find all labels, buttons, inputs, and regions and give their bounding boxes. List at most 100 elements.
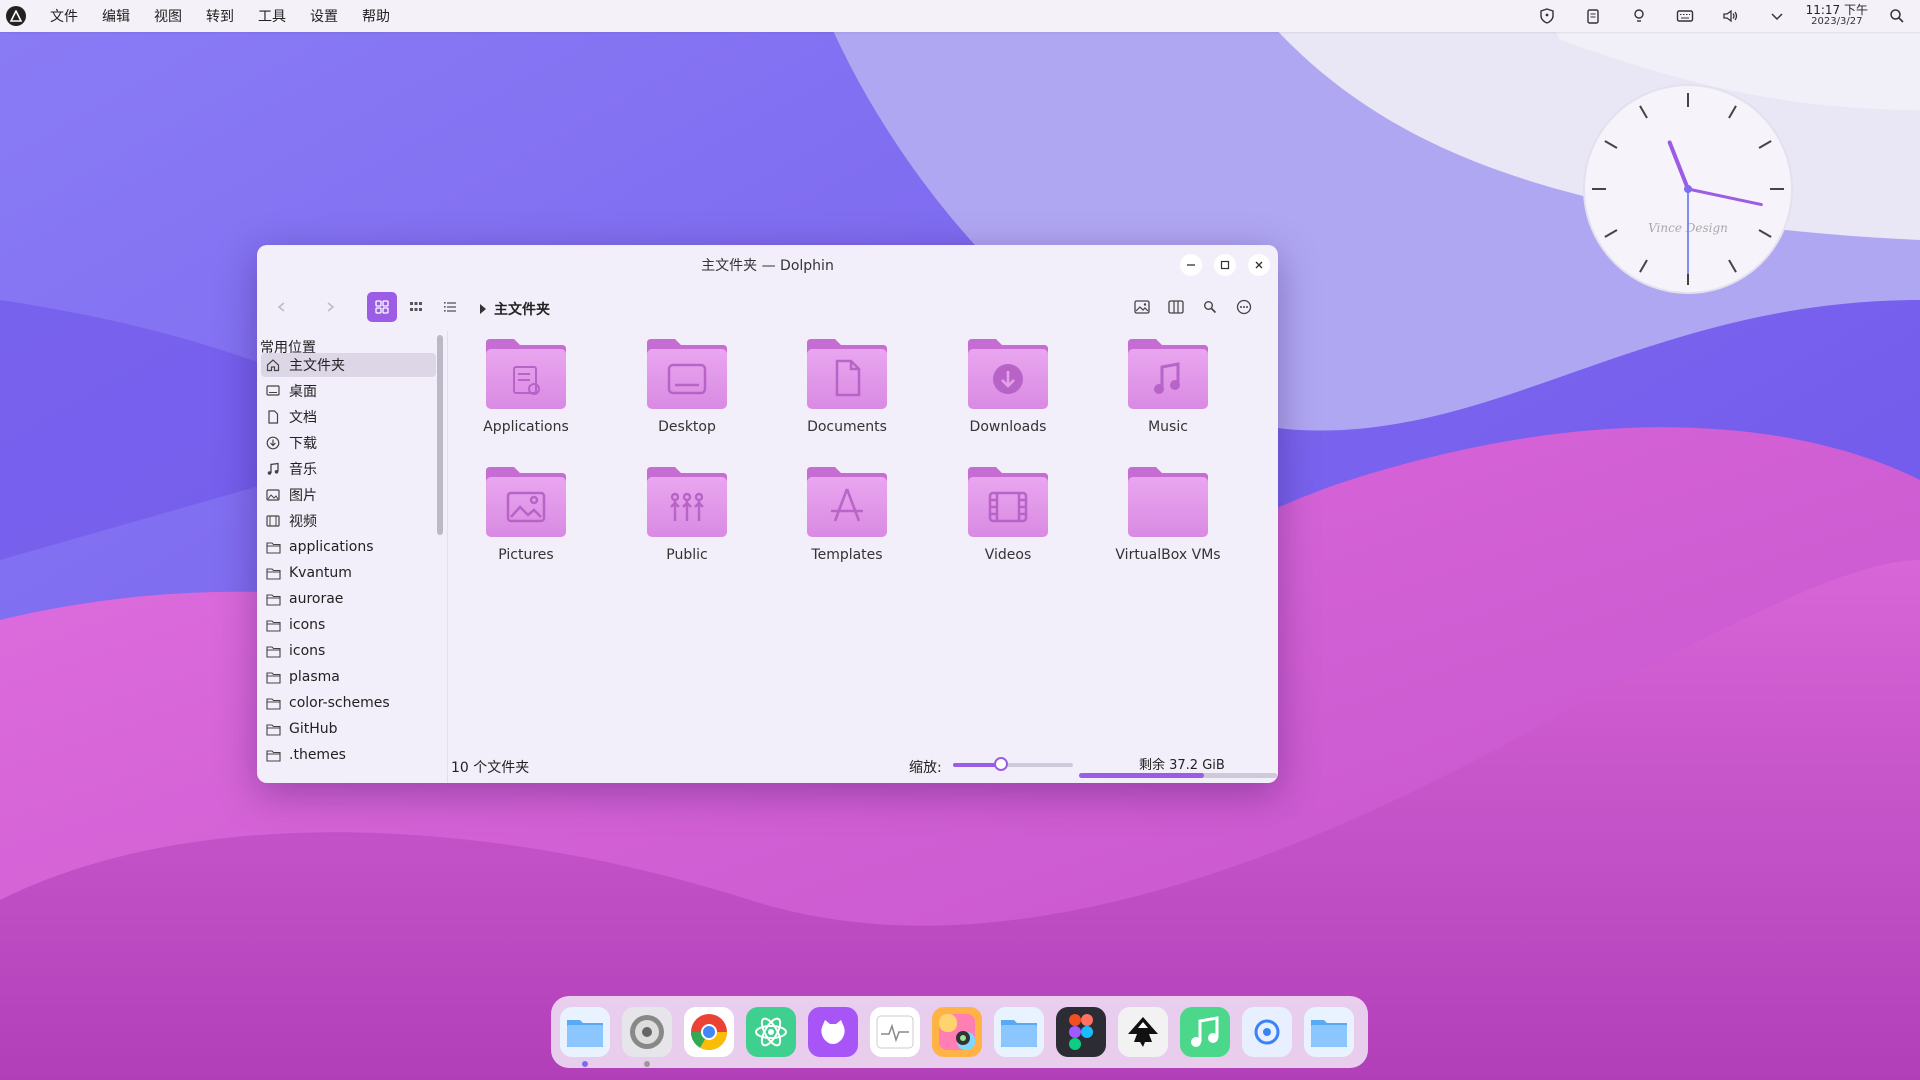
sidebar-item[interactable]: 文档: [261, 405, 436, 429]
video-icon: [265, 513, 281, 529]
search-icon[interactable]: [1886, 5, 1908, 27]
folder-item[interactable]: VirtualBox VMs: [1103, 465, 1233, 585]
icons-view-button[interactable]: [367, 292, 397, 322]
close-button[interactable]: [1248, 254, 1270, 276]
sidebar-item[interactable]: plasma: [261, 665, 436, 689]
folder-icon: [1128, 339, 1208, 409]
breadcrumb-arrow-icon: [480, 304, 486, 314]
free-space-label: 剩余 37.2 GiB: [1139, 758, 1225, 773]
folder-app[interactable]: [994, 1007, 1044, 1057]
keyboard-icon[interactable]: [1674, 5, 1696, 27]
folder-label: Desktop: [658, 419, 716, 435]
document-icon: [265, 409, 281, 425]
sidebar-scrollbar[interactable]: [436, 331, 444, 765]
sidebar-item[interactable]: 音乐: [261, 457, 436, 481]
photo-booth-app[interactable]: [932, 1007, 982, 1057]
clipboard-icon[interactable]: [1582, 5, 1604, 27]
folder-item[interactable]: Videos: [943, 465, 1073, 585]
folder-icon: [807, 339, 887, 409]
free-space-bar: [1079, 773, 1277, 778]
app-launcher-icon[interactable]: [6, 6, 26, 26]
zoom-label: 缩放:: [909, 760, 942, 776]
window-titlebar[interactable]: 主文件夹 — Dolphin: [257, 245, 1278, 285]
sidebar-item[interactable]: 主文件夹: [261, 353, 436, 377]
folder-label: Templates: [811, 547, 883, 563]
sidebar-item-label: Kvantum: [289, 565, 352, 581]
sidebar-scrollbar-thumb[interactable]: [437, 335, 443, 535]
image-icon: [265, 487, 281, 503]
sidebar-item[interactable]: applications: [261, 535, 436, 559]
tray-clock[interactable]: 11:17 下午 2023/3/27: [1806, 4, 1868, 27]
sidebar-item[interactable]: 图片: [261, 483, 436, 507]
menu-file[interactable]: 文件: [50, 6, 78, 26]
github-app[interactable]: [808, 1007, 858, 1057]
sidebar-item[interactable]: icons: [261, 639, 436, 663]
sidebar-item[interactable]: 桌面: [261, 379, 436, 403]
folder-item[interactable]: Templates: [782, 465, 912, 585]
zoom-slider[interactable]: [953, 757, 1073, 771]
menu-view[interactable]: 视图: [154, 6, 182, 26]
folder-label: VirtualBox VMs: [1115, 547, 1221, 563]
window-toolbar: 主文件夹: [257, 285, 1278, 329]
folder-item[interactable]: Documents: [782, 337, 912, 457]
sidebar-item[interactable]: aurorae: [261, 587, 436, 611]
menu-go[interactable]: 转到: [206, 6, 234, 26]
folder-icon: [265, 747, 281, 763]
folder-icon: [968, 467, 1048, 537]
chevron-down-icon[interactable]: [1766, 5, 1788, 27]
menu-tools[interactable]: 工具: [258, 6, 286, 26]
menu-help[interactable]: 帮助: [362, 6, 390, 26]
chrome-app[interactable]: [684, 1007, 734, 1057]
sidebar-item[interactable]: 视频: [261, 509, 436, 533]
sidebar-divider: [447, 331, 448, 783]
search-icon[interactable]: [1198, 295, 1222, 319]
home-icon: [265, 357, 281, 373]
forward-button[interactable]: [315, 292, 345, 322]
folder-icon: [265, 669, 281, 685]
sidebar-item[interactable]: 下载: [261, 431, 436, 455]
folder2-app[interactable]: [1304, 1007, 1354, 1057]
atom-app[interactable]: [746, 1007, 796, 1057]
more-options-icon[interactable]: [1232, 295, 1256, 319]
folder-item[interactable]: Desktop: [622, 337, 752, 457]
folder-icon: [647, 339, 727, 409]
sidebar-item[interactable]: .themes: [261, 743, 436, 767]
download-icon: [265, 435, 281, 451]
bulb-icon[interactable]: [1628, 5, 1650, 27]
folder-item[interactable]: Applications: [461, 337, 591, 457]
files-app[interactable]: [560, 1007, 610, 1067]
folder-item[interactable]: Public: [622, 465, 752, 585]
clock-center: [1684, 185, 1692, 193]
browser-app[interactable]: [1242, 1007, 1292, 1057]
sidebar-item[interactable]: GitHub: [261, 717, 436, 741]
breadcrumb-current[interactable]: 主文件夹: [494, 299, 550, 319]
back-button[interactable]: [267, 292, 297, 322]
breadcrumb[interactable]: 主文件夹: [480, 299, 550, 319]
settings-app[interactable]: [622, 1007, 672, 1067]
folder-item[interactable]: Music: [1103, 337, 1233, 457]
figma-app[interactable]: [1056, 1007, 1106, 1057]
sidebar-item[interactable]: Kvantum: [261, 561, 436, 585]
music-app[interactable]: [1180, 1007, 1230, 1057]
inkscape-app[interactable]: [1118, 1007, 1168, 1057]
folder-item[interactable]: Pictures: [461, 465, 591, 585]
menu-settings[interactable]: 设置: [310, 6, 338, 26]
menu-edit[interactable]: 编辑: [102, 6, 130, 26]
split-view-icon[interactable]: [1164, 295, 1188, 319]
zoom-slider-knob[interactable]: [994, 757, 1008, 771]
folder-icon: [265, 565, 281, 581]
system-tray: 11:17 下午 2023/3/27: [1524, 0, 1920, 32]
volume-icon[interactable]: [1720, 5, 1742, 27]
folder-item[interactable]: Downloads: [943, 337, 1073, 457]
minimize-button[interactable]: [1180, 254, 1202, 276]
compact-view-button[interactable]: [401, 292, 431, 322]
preview-icon[interactable]: [1130, 295, 1154, 319]
shield-icon[interactable]: [1536, 5, 1558, 27]
sidebar-item-label: .themes: [289, 747, 346, 763]
system-monitor-app[interactable]: [870, 1007, 920, 1057]
sidebar-item[interactable]: icons: [261, 613, 436, 637]
maximize-button[interactable]: [1214, 254, 1236, 276]
details-view-button[interactable]: [435, 292, 465, 322]
sidebar-item[interactable]: color-schemes: [261, 691, 436, 715]
sidebar-item-label: 视频: [289, 514, 317, 530]
